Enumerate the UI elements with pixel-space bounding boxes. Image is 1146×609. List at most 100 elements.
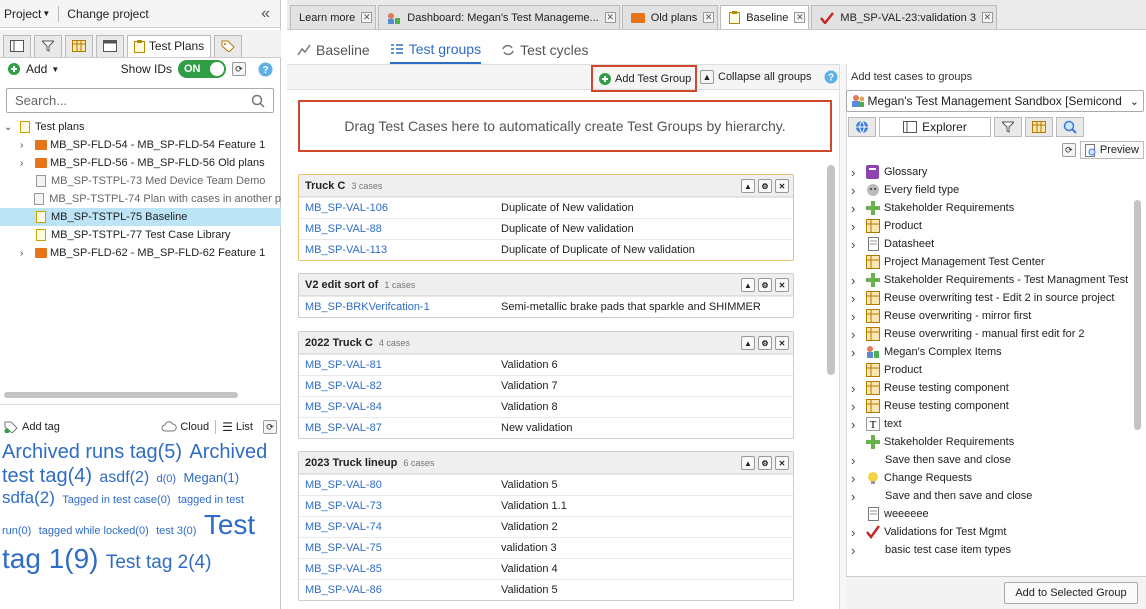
chevron-right-icon[interactable]: ›	[848, 219, 866, 234]
table-row[interactable]: MB_SP-VAL-82 Validation 7	[299, 375, 793, 396]
preview-button[interactable]: Preview	[1079, 141, 1144, 159]
test-case-id-link[interactable]: MB_SP-VAL-88	[299, 223, 501, 235]
explorer-item[interactable]: › Datasheet	[848, 235, 1134, 253]
explorer-item[interactable]: Product	[848, 361, 1134, 379]
test-group[interactable]: 2023 Truck lineup 6 cases ▲ ⚙ ✕ MB_SP-VAL-80 V…	[298, 451, 794, 601]
panel-divider[interactable]	[839, 64, 847, 609]
test-case-id-link[interactable]: MB_SP-VAL-73	[299, 500, 501, 512]
tab-globe[interactable]	[848, 117, 876, 137]
chevron-right-icon[interactable]: ›	[848, 273, 866, 288]
explorer-item[interactable]: › Stakeholder Requirements - Test Managme…	[848, 271, 1134, 289]
test-case-id-link[interactable]: MB_SP-VAL-74	[299, 521, 501, 533]
show-ids-toggle[interactable]: ON	[178, 60, 226, 78]
explorer-item[interactable]: › Every field type	[848, 181, 1134, 199]
chevron-right-icon[interactable]: ›	[848, 417, 866, 432]
tree-item[interactable]: MB_SP-TSTPL-77 Test Case Library	[0, 226, 281, 244]
table-row[interactable]: MB_SP-VAL-74 Validation 2	[299, 516, 793, 537]
test-case-id-link[interactable]: MB_SP-VAL-85	[299, 563, 501, 575]
chevron-right-icon[interactable]: ›	[848, 525, 866, 540]
table-row[interactable]: MB_SP-VAL-80 Validation 5	[299, 474, 793, 495]
chevron-right-icon[interactable]: ›	[848, 453, 866, 468]
chevron-right-icon[interactable]: ›	[848, 183, 866, 198]
explorer-item[interactable]: › Save and then save and close	[848, 487, 1134, 505]
test-case-id-link[interactable]: MB_SP-VAL-87	[299, 422, 501, 434]
add-tag-button[interactable]: Add tag	[22, 421, 60, 433]
chevron-right-icon[interactable]: ›	[848, 201, 866, 216]
chevron-right-icon[interactable]: ›	[848, 489, 866, 504]
tree-item[interactable]: › MB_SP-FLD-54 - MB_SP-FLD-54 Feature 1	[0, 136, 281, 154]
explorer-item[interactable]: › Megan's Complex Items	[848, 343, 1134, 361]
add-dropdown[interactable]: Add	[26, 62, 47, 76]
page-tab[interactable]: Old plans ✕	[621, 5, 719, 29]
drop-zone[interactable]: Drag Test Cases here to automatically cr…	[298, 100, 832, 152]
chevron-right-icon[interactable]: ›	[848, 381, 866, 396]
explorer-item[interactable]: › Validations for Test Mgmt	[848, 523, 1134, 541]
test-group[interactable]: Truck C3 cases ▲ ⚙ ✕ MB_SP-VAL-106 Duplicate …	[298, 174, 794, 261]
table-row[interactable]: MB_SP-VAL-85 Validation 4	[299, 558, 793, 579]
tab-explorer[interactable]: Explorer	[879, 117, 991, 137]
test-case-id-link[interactable]: MB_SP-VAL-80	[299, 479, 501, 491]
refresh-icon[interactable]: ⟳	[263, 420, 277, 434]
close-icon[interactable]: ✕	[361, 12, 373, 23]
cloud-view-button[interactable]: Cloud	[180, 421, 209, 433]
tree-item[interactable]: MB_SP-TSTPL-74 Plan with cases in anothe…	[0, 190, 281, 208]
help-icon[interactable]: ?	[258, 62, 273, 77]
chevron-icon[interactable]: ›	[20, 140, 34, 151]
chevron-icon[interactable]: ›	[20, 248, 34, 259]
tab-search[interactable]	[1056, 117, 1084, 137]
tag-link[interactable]: sdfa(2)	[2, 488, 55, 507]
list-view-button[interactable]: List	[236, 421, 253, 433]
refresh-icon[interactable]: ⟳	[1061, 143, 1076, 157]
chevron-right-icon[interactable]: ›	[848, 399, 866, 414]
tree-item[interactable]: MB_SP-TSTPL-75 Baseline	[0, 208, 281, 226]
close-icon[interactable]: ✕	[604, 12, 616, 23]
explorer-item[interactable]: › Save then save and close	[848, 451, 1134, 469]
project-select[interactable]: Megan's Test Management Sandbox [Semicon…	[846, 90, 1144, 112]
tab-test-groups[interactable]: Test groups	[389, 36, 482, 64]
add-to-selected-group-button[interactable]: Add to Selected Group	[1004, 582, 1138, 604]
tab-tree-view[interactable]	[3, 34, 31, 57]
table-row[interactable]: MB_SP-VAL-113 Duplicate of Duplicate of N…	[299, 239, 793, 260]
tab-window[interactable]	[96, 34, 124, 57]
table-row[interactable]: MB_SP-VAL-84 Validation 8	[299, 396, 793, 417]
change-project-link[interactable]: Change project	[67, 7, 148, 21]
close-icon[interactable]: ✕	[775, 456, 789, 470]
close-icon[interactable]: ✕	[775, 278, 789, 292]
explorer-item[interactable]: › basic test case item types	[848, 541, 1134, 559]
collapse-left-pane-icon[interactable]: «	[261, 5, 270, 23]
explorer-item[interactable]: weeeeee	[848, 505, 1134, 523]
chevron-right-icon[interactable]: ›	[848, 471, 866, 486]
tag-link[interactable]: d(0)	[157, 473, 177, 485]
horizontal-scrollbar[interactable]	[4, 392, 238, 398]
refresh-icon[interactable]: ⟳	[232, 62, 246, 76]
add-test-group-button[interactable]: Add Test Group	[591, 65, 697, 92]
tag-link[interactable]: Tagged in test case(0)	[62, 494, 170, 506]
test-case-id-link[interactable]: MB_SP-VAL-106	[299, 202, 501, 214]
vertical-scrollbar[interactable]	[827, 165, 835, 375]
test-case-id-link[interactable]: MB_SP-VAL-86	[299, 584, 501, 596]
tag-link[interactable]: Test tag 2(4)	[106, 552, 212, 573]
tab-filter[interactable]	[994, 117, 1022, 137]
pane-splitter[interactable]	[0, 404, 281, 410]
collapse-icon[interactable]: ▲	[741, 336, 755, 350]
help-icon[interactable]: ?	[824, 70, 838, 84]
tree-item[interactable]: ⌄ Test plans	[0, 118, 281, 136]
test-case-id-link[interactable]: MB_SP-VAL-82	[299, 380, 501, 392]
tag-link[interactable]: Megan(1)	[183, 470, 239, 485]
vertical-scrollbar[interactable]	[1134, 200, 1141, 430]
explorer-item[interactable]: › Reuse testing component	[848, 379, 1134, 397]
settings-icon[interactable]: ⚙	[758, 278, 772, 292]
table-row[interactable]: MB_SP-VAL-81 Validation 6	[299, 354, 793, 375]
explorer-item[interactable]: › Ttext	[848, 415, 1134, 433]
table-row[interactable]: MB_SP-VAL-73 Validation 1.1	[299, 495, 793, 516]
test-case-id-link[interactable]: MB_SP-VAL-113	[299, 244, 501, 256]
chevron-icon[interactable]: ›	[20, 158, 34, 169]
table-row[interactable]: MB_SP-VAL-106 Duplicate of New validation	[299, 197, 793, 218]
close-icon[interactable]: ✕	[775, 179, 789, 193]
table-row[interactable]: MB_SP-VAL-86 Validation 5	[299, 579, 793, 600]
table-row[interactable]: MB_SP-VAL-75 validation 3	[299, 537, 793, 558]
tree-item[interactable]: MB_SP-TSTPL-73 Med Device Team Demo	[0, 172, 281, 190]
chevron-right-icon[interactable]: ›	[848, 165, 866, 180]
collapse-all-groups-button[interactable]: ▲ Collapse all groups ?	[700, 70, 838, 84]
explorer-item[interactable]: › Reuse overwriting - manual first edit f…	[848, 325, 1134, 343]
